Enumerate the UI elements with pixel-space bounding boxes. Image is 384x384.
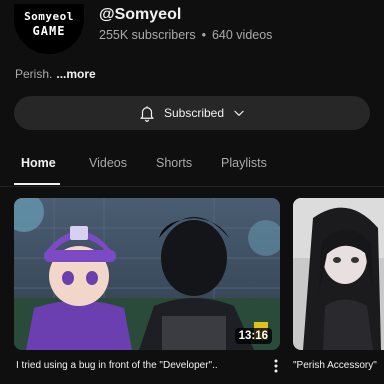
tabs-divider	[0, 186, 384, 187]
vertical-dots-icon	[274, 359, 278, 378]
subscriber-count: 255K subscribers	[99, 28, 196, 42]
description-text: Perish.	[15, 67, 53, 81]
avatar-text-line2: GAME	[32, 24, 66, 38]
video-title[interactable]: I tried using a bug in front of the "Dev…	[16, 360, 218, 371]
video-title[interactable]: "Perish Accessory"	[293, 360, 377, 371]
channel-description[interactable]: Perish. ...more	[15, 67, 96, 81]
channel-handle: @Somyeol	[99, 6, 182, 23]
tab-shorts[interactable]: Shorts	[156, 156, 192, 170]
video-thumbnail[interactable]: 13:16	[14, 198, 280, 350]
channel-stats: 255K subscribers • 640 videos	[99, 28, 272, 42]
more-options-button[interactable]	[270, 358, 282, 378]
channel-avatar[interactable]: Somyeol GAME	[14, 4, 84, 54]
video-thumbnail[interactable]	[293, 198, 384, 350]
subscribed-label: Subscribed	[163, 106, 225, 120]
tab-home[interactable]: Home	[21, 156, 56, 170]
tab-videos[interactable]: Videos	[89, 156, 127, 170]
more-link[interactable]: ...more	[56, 67, 95, 81]
chevron-down-icon	[232, 106, 246, 120]
channel-tabs: Home Videos Shorts Playlists	[0, 152, 384, 186]
active-tab-indicator	[14, 183, 60, 185]
video-count: 640 videos	[211, 28, 273, 42]
tab-playlists[interactable]: Playlists	[221, 156, 267, 170]
subscribed-button[interactable]: Subscribed	[14, 96, 370, 130]
avatar-text-line1: Somyeol	[24, 10, 74, 23]
stats-separator: •	[201, 28, 206, 42]
thumbnail-illustration	[293, 198, 384, 350]
bell-icon	[138, 104, 156, 122]
video-duration: 13:16	[234, 328, 272, 344]
